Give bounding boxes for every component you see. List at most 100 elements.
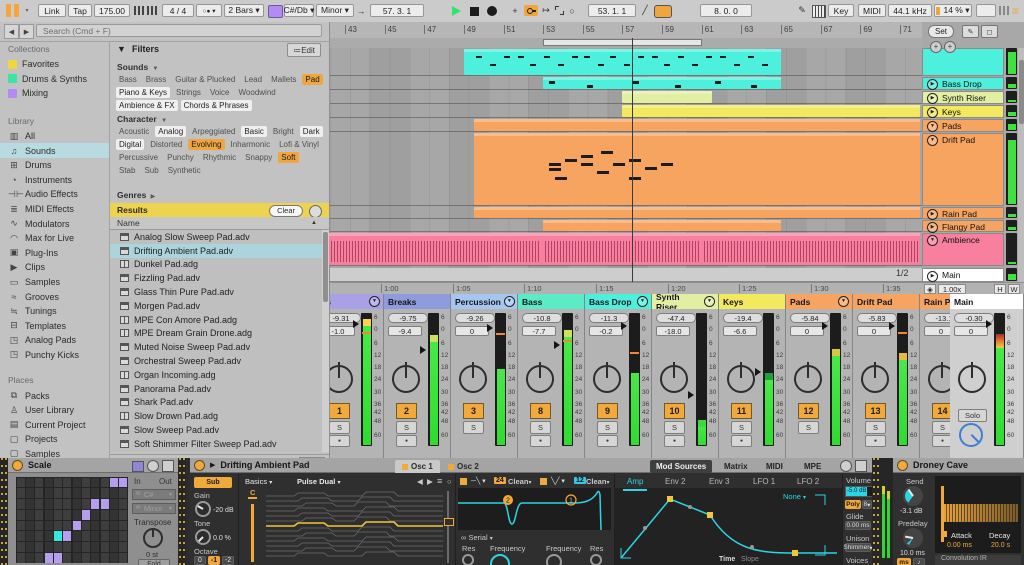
sidebar-item-current-project[interactable]: ▤Current Project: [0, 417, 109, 432]
scale-grid-note-on[interactable]: [110, 478, 118, 488]
tab-env-2[interactable]: Env 2: [661, 474, 689, 489]
track-fold-button[interactable]: ▶: [927, 222, 938, 233]
arrangement-scrollbar[interactable]: [1018, 48, 1024, 294]
pan-knob[interactable]: [928, 365, 950, 393]
shape-slider-track[interactable]: [447, 491, 449, 563]
edit-filters-button[interactable]: ≔ Edit: [287, 43, 321, 57]
key-map-toggle[interactable]: Key: [828, 4, 854, 17]
mixer-track-tab[interactable]: Keys: [719, 294, 785, 309]
scale-grid-cell[interactable]: [63, 542, 71, 552]
dial-icon[interactable]: [147, 460, 159, 472]
sidebar-item-samples[interactable]: ▭Samples: [0, 275, 109, 290]
sidebar-item-mixing[interactable]: Mixing: [0, 86, 109, 101]
volume-display[interactable]: -7.7: [522, 326, 556, 336]
track-header-main[interactable]: ▶Main: [922, 268, 1004, 282]
sidebar-item-templates[interactable]: ⊟Templates: [0, 319, 109, 334]
loop-selection-icon[interactable]: [555, 6, 564, 15]
filter-tag-digital[interactable]: Digital: [116, 139, 144, 150]
track-activator[interactable]: 3: [463, 403, 484, 419]
filter-tag-piano-keys[interactable]: Piano & Keys: [116, 87, 170, 98]
draw-mode-icon[interactable]: ✎: [796, 4, 808, 17]
scale-grid-cell[interactable]: [91, 510, 99, 520]
fader-handle[interactable]: [487, 324, 493, 332]
track-fold-button[interactable]: ▼: [838, 296, 849, 307]
scale-grid-cell[interactable]: [91, 542, 99, 552]
filter-tag-lead[interactable]: Lead: [241, 74, 265, 85]
scale-grid-cell[interactable]: [17, 488, 25, 498]
filter-tag-dark[interactable]: Dark: [300, 126, 323, 137]
scale-grid-cell[interactable]: [73, 488, 81, 498]
scale-grid-cell[interactable]: [82, 521, 90, 531]
filter-tag-punchy[interactable]: Punchy: [164, 152, 197, 163]
track-header-keys[interactable]: ▶Keys: [922, 105, 1004, 119]
pencil-mode-icon[interactable]: ✎: [962, 25, 979, 38]
ir-display[interactable]: Attack Decay 0.00 ms 20.0 s: [935, 476, 1021, 553]
monitor-button[interactable]: ●: [731, 435, 752, 447]
solo-button[interactable]: S: [463, 421, 484, 434]
pan-knob[interactable]: [392, 365, 420, 393]
mixer-track-tab[interactable]: ns▼: [330, 294, 383, 309]
scale-grid-cell[interactable]: [82, 531, 90, 541]
device-on-toggle[interactable]: [194, 460, 205, 471]
scale-grid-cell[interactable]: [54, 499, 62, 509]
pan-knob[interactable]: [660, 365, 688, 393]
sidebar-item-audio-effects[interactable]: ⊣⊢Audio Effects: [0, 187, 109, 202]
scale-grid-cell[interactable]: [110, 553, 118, 563]
scale-grid-cell[interactable]: [54, 510, 62, 520]
volume-display[interactable]: 0: [790, 326, 824, 336]
filter-tag-bass[interactable]: Bass: [116, 74, 140, 85]
scale-grid-cell[interactable]: [63, 521, 71, 531]
scale-grid[interactable]: [16, 477, 128, 563]
scale-grid-cell[interactable]: [110, 521, 118, 531]
scale-grid-note-on[interactable]: [119, 478, 127, 488]
back-button[interactable]: ◀: [4, 24, 19, 39]
monitor-button[interactable]: ●: [330, 435, 350, 447]
tempo-display[interactable]: 175.00: [94, 4, 130, 17]
result-item[interactable]: Fizzling Pad.adv: [110, 271, 322, 285]
filter-tag-mallets[interactable]: Mallets: [268, 74, 299, 85]
scale-grid-cell[interactable]: [17, 521, 25, 531]
result-item[interactable]: Soft Shimmer Filter Sweep Pad.adv: [110, 437, 322, 451]
solo-button[interactable]: S: [597, 421, 618, 434]
track-header-ambience[interactable]: ▼Ambience: [922, 233, 1004, 267]
track-fold-button[interactable]: ▼: [704, 296, 715, 307]
volume-slider[interactable]: -5.0 dB: [845, 486, 873, 497]
filter-tag-chords-phrases[interactable]: Chords & Phrases: [181, 100, 252, 111]
predelay-knob[interactable]: [903, 528, 923, 548]
track-fold-button[interactable]: ▼: [927, 135, 938, 146]
scale-grid-cell[interactable]: [45, 542, 53, 552]
mixer-track-tab[interactable]: Rain P: [920, 294, 950, 309]
solo-button[interactable]: S: [664, 421, 685, 434]
scale-grid-cell[interactable]: [54, 521, 62, 531]
result-item[interactable]: Morgen Pad.adv: [110, 299, 322, 313]
punch-in-icon[interactable]: ╱: [640, 4, 650, 17]
monitor-button[interactable]: ●: [932, 435, 950, 447]
monitor-button[interactable]: ●: [597, 435, 618, 447]
scale-grid-cell[interactable]: [35, 510, 43, 520]
scale-grid-cell[interactable]: [110, 542, 118, 552]
filter-tag-sub[interactable]: Sub: [141, 165, 161, 176]
sidebar-item-sounds[interactable]: ♫Sounds: [0, 143, 109, 158]
pan-knob[interactable]: [727, 365, 755, 393]
result-item[interactable]: Glass Thin Pure Pad.adv: [110, 285, 322, 299]
scale-grid-cell[interactable]: [35, 553, 43, 563]
sidebar-item-max-for-live[interactable]: ◠Max for Live: [0, 231, 109, 246]
volume-display[interactable]: -1.0: [330, 326, 355, 336]
ableton-logo[interactable]: [6, 4, 21, 17]
wavetable-display[interactable]: [266, 491, 443, 563]
clip[interactable]: [622, 91, 711, 103]
filter-tag-ambience-fx[interactable]: Ambience & FX: [116, 100, 178, 111]
solo-button[interactable]: S: [932, 421, 950, 434]
scale-grid-cell[interactable]: [110, 510, 118, 520]
solo-button[interactable]: S: [530, 421, 551, 434]
scale-grid-note-on[interactable]: [101, 499, 109, 509]
fader-handle[interactable]: [822, 322, 828, 330]
fader-handle[interactable]: [554, 341, 560, 349]
scale-grid-cell[interactable]: [45, 499, 53, 509]
scale-grid-cell[interactable]: [91, 488, 99, 498]
fader-handle[interactable]: [621, 322, 627, 330]
scale-grid-cell[interactable]: [101, 478, 109, 488]
scale-grid-cell[interactable]: [63, 499, 71, 509]
logo-menu-caret[interactable]: ▾: [23, 4, 31, 17]
scale-grid-cell[interactable]: [26, 499, 34, 509]
